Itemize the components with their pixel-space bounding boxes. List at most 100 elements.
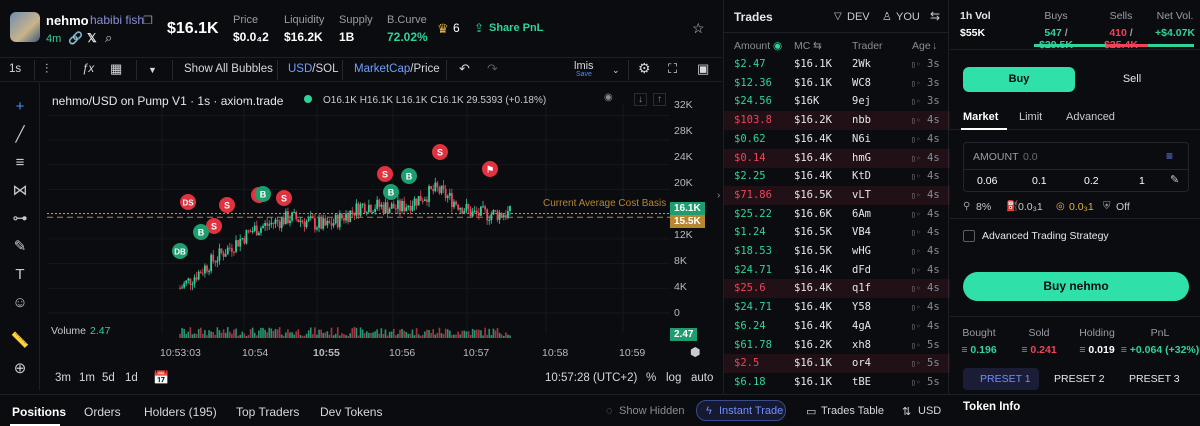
- preset-amount-2[interactable]: 0.1: [1032, 175, 1047, 187]
- crosshair-icon[interactable]: +: [10, 97, 30, 117]
- mev-protection[interactable]: Off: [1116, 201, 1130, 213]
- trade-trader[interactable]: Y58: [852, 301, 871, 313]
- sliders-icon[interactable]: ⇆: [930, 9, 940, 23]
- col-amount[interactable]: Amount: [734, 40, 770, 52]
- auto-toggle[interactable]: auto: [691, 372, 713, 384]
- star-icon[interactable]: ☆: [692, 20, 705, 37]
- trade-row[interactable]: $2.47 $16.1K 2Wk ▯◦ 3s: [724, 55, 950, 74]
- trade-trader[interactable]: wHG: [852, 245, 871, 257]
- show-hidden-button[interactable]: Show Hidden: [619, 405, 684, 417]
- trade-trader[interactable]: xh8: [852, 339, 871, 351]
- trade-row[interactable]: $61.78 $16.2K xh8 ▯◦ 5s: [724, 336, 950, 355]
- token-full-name[interactable]: habibi fish: [90, 13, 144, 27]
- col-mc[interactable]: MC: [794, 40, 810, 52]
- redo-icon[interactable]: ↷: [487, 61, 498, 77]
- user-icon[interactable]: ♙: [882, 10, 892, 23]
- fib-icon[interactable]: ⊶: [10, 209, 30, 229]
- ruler-icon[interactable]: 📏: [10, 331, 30, 351]
- trade-trader[interactable]: VB4: [852, 226, 871, 238]
- swap-mc-icon[interactable]: ⇆: [813, 40, 822, 52]
- trade-trader[interactable]: dFd: [852, 264, 871, 276]
- trade-row[interactable]: $71.86 $16.5K vLT ▯◦ 4s: [724, 185, 950, 205]
- log-toggle[interactable]: log: [666, 372, 681, 384]
- token-avatar[interactable]: [10, 12, 40, 42]
- col-age[interactable]: Age: [912, 40, 931, 52]
- pattern-icon[interactable]: ⋈: [10, 181, 30, 201]
- trade-trader[interactable]: tBE: [852, 376, 871, 388]
- usd-toggle[interactable]: USD: [918, 405, 941, 417]
- filter-icon[interactable]: ▽: [834, 11, 842, 22]
- link-icon[interactable]: 🔗: [68, 31, 83, 45]
- brush-icon[interactable]: ✎: [10, 237, 30, 257]
- copy-icon[interactable]: ❐: [143, 14, 153, 27]
- layout-grid-icon[interactable]: ▦: [110, 61, 122, 77]
- slippage-value[interactable]: 8%: [976, 201, 991, 213]
- dev-filter[interactable]: DEV: [847, 11, 870, 23]
- bribe-fee[interactable]: 0.0₃1: [1069, 201, 1094, 213]
- preset-tab-2[interactable]: PRESET 2: [1054, 373, 1105, 385]
- swap-icon[interactable]: ⇅: [902, 405, 911, 418]
- collapse-arrow-icon[interactable]: ›: [717, 190, 720, 201]
- search-icon[interactable]: ⌕: [105, 30, 112, 46]
- trade-row[interactable]: $6.24 $16.4K 4gA ▯◦ 4s: [724, 317, 950, 336]
- trade-row[interactable]: $24.71 $16.4K dFd ▯◦ 4s: [724, 261, 950, 280]
- trade-row[interactable]: $0.14 $16.4K hmG ▯◦ 4s: [724, 148, 950, 168]
- sell-tab[interactable]: Sell: [1076, 67, 1188, 92]
- trade-row[interactable]: $6.18 $16.1K tBE ▯◦ 5s: [724, 373, 950, 392]
- edit-pencil-icon[interactable]: ✎: [1170, 173, 1179, 186]
- interval-select[interactable]: 1s: [9, 63, 21, 75]
- hexagon-icon[interactable]: ⬢: [690, 345, 700, 359]
- indicators-icon[interactable]: ƒx: [82, 63, 94, 75]
- tab-advanced[interactable]: Advanced: [1066, 111, 1115, 123]
- tab-dev-tokens[interactable]: Dev Tokens: [320, 405, 382, 419]
- range-3m[interactable]: 3m: [55, 372, 71, 384]
- chart-time[interactable]: 10:57:28 (UTC+2): [545, 372, 637, 384]
- price-chart[interactable]: nehmo/USD on Pump V1 · 1s · axiom.trade …: [42, 83, 719, 390]
- token-info-title[interactable]: Token Info: [963, 401, 1020, 413]
- trade-row[interactable]: $12.36 $16.1K WC8 ▯◦ 3s: [724, 74, 950, 93]
- calendar-icon[interactable]: 📅: [153, 370, 169, 386]
- layout-chevron-icon[interactable]: ⌄: [612, 65, 620, 76]
- currency-icon[interactable]: ◉: [773, 40, 782, 52]
- metric-toggle[interactable]: MarketCap/Price: [354, 63, 440, 75]
- trade-row[interactable]: $0.62 $16.4K N6i ▯◦ 4s: [724, 130, 950, 149]
- amount-input[interactable]: 0.0: [1023, 151, 1038, 163]
- trade-row[interactable]: $24.56 $16K 9ej ▯◦ 3s: [724, 92, 950, 111]
- x-twitter-icon[interactable]: 𝕏: [87, 31, 97, 45]
- trade-row[interactable]: $18.53 $16.5K wHG ▯◦ 4s: [724, 242, 950, 261]
- share-icon[interactable]: ⇪: [474, 21, 484, 35]
- trade-trader[interactable]: hmG: [852, 152, 871, 164]
- trade-trader[interactable]: WC8: [852, 77, 871, 89]
- trade-trader[interactable]: 2Wk: [852, 58, 871, 70]
- sort-down-icon[interactable]: ↓: [932, 40, 937, 52]
- emoji-icon[interactable]: ☺: [10, 293, 30, 313]
- trade-row[interactable]: $1.24 $16.5K VB4 ▯◦ 4s: [724, 223, 950, 242]
- trade-row[interactable]: $24.71 $16.4K Y58 ▯◦ 4s: [724, 298, 950, 317]
- preset-amount-3[interactable]: 0.2: [1084, 175, 1099, 187]
- tab-holders[interactable]: Holders (195): [144, 405, 217, 419]
- trade-row[interactable]: $2.5 $16.1K or4 ▯◦ 5s: [724, 354, 950, 374]
- trades-table-button[interactable]: Trades Table: [821, 405, 884, 417]
- zoom-icon[interactable]: ⊕: [10, 359, 30, 379]
- currency-toggle[interactable]: USD/SOL: [288, 63, 339, 75]
- preset-amount-1[interactable]: 0.06: [977, 175, 997, 187]
- fullscreen-icon[interactable]: ⛶: [668, 61, 677, 77]
- trade-row[interactable]: $103.8 $16.2K nbb ▯◦ 4s: [724, 111, 950, 131]
- trade-trader[interactable]: vLT: [852, 189, 871, 201]
- text-icon[interactable]: T: [10, 265, 30, 285]
- token-name[interactable]: nehmo: [46, 13, 89, 28]
- priority-fee[interactable]: 0.0₃1: [1018, 201, 1043, 213]
- show-all-bubbles-button[interactable]: Show All Bubbles: [184, 63, 273, 75]
- settings-gear-icon[interactable]: ⚙: [638, 60, 651, 77]
- you-filter[interactable]: YOU: [896, 11, 920, 23]
- trade-trader[interactable]: 4gA: [852, 320, 871, 332]
- trade-trader[interactable]: q1f: [852, 282, 871, 294]
- chevron-down-icon[interactable]: ▼: [148, 65, 157, 75]
- preset-tab-1[interactable]: PRESET 1: [980, 373, 1031, 385]
- preset-amount-4[interactable]: 1: [1139, 175, 1145, 187]
- advanced-strategy-label[interactable]: Advanced Trading Strategy: [982, 230, 1109, 242]
- eye-off-icon[interactable]: ◌: [606, 405, 613, 417]
- tab-limit[interactable]: Limit: [1019, 111, 1042, 123]
- trade-trader[interactable]: 6Am: [852, 208, 871, 220]
- candle-type-icon[interactable]: ⫶: [45, 61, 48, 77]
